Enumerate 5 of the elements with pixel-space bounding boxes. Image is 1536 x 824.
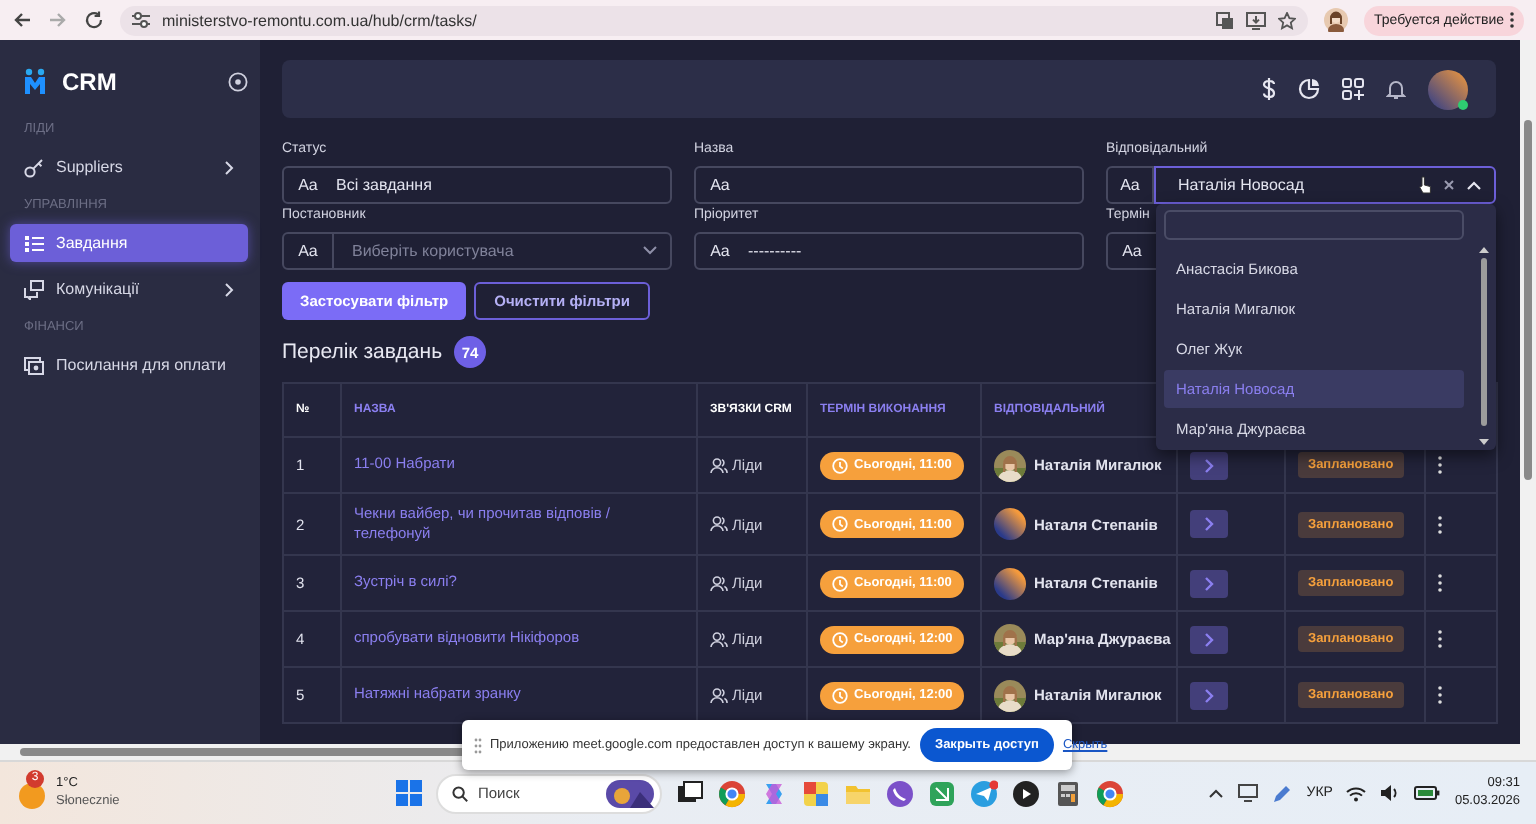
logo-text: CRM [62,67,119,95]
section-title: Перелік завдань [282,340,443,364]
url-text: ministerstvo-remontu.com.ua/hub/crm/tasks/ [162,11,479,29]
field-prefix: Aa [1106,166,1154,204]
field-prefix: Aa [296,242,320,260]
